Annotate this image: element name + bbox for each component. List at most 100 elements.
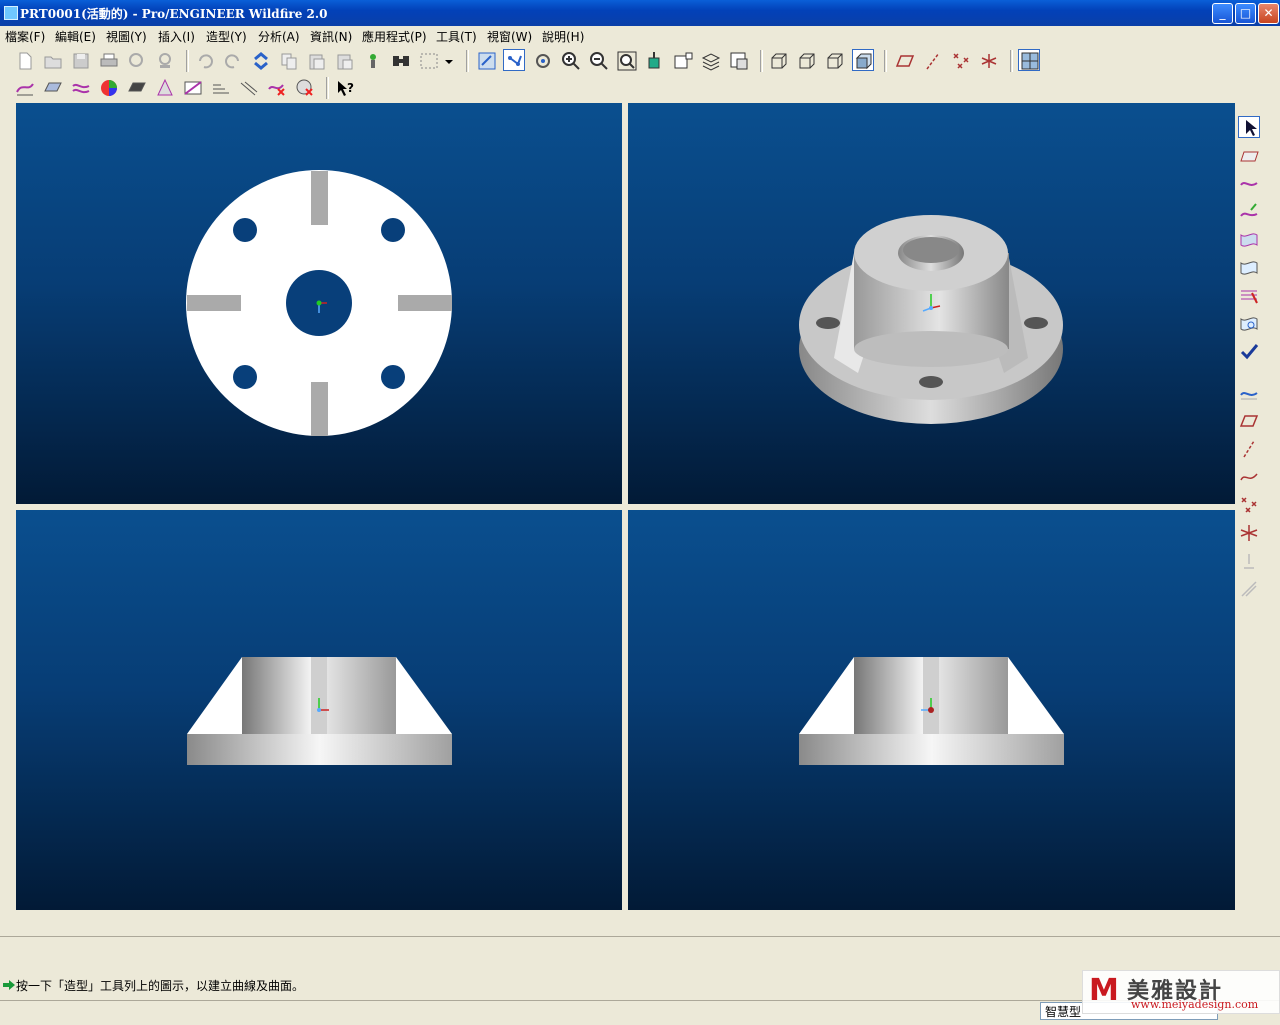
viewport-top-view[interactable] xyxy=(16,103,622,504)
toolbar-separator xyxy=(884,50,887,72)
datum-point-icon[interactable] xyxy=(1238,494,1260,516)
copy-icon[interactable] xyxy=(278,50,300,72)
menu-applications[interactable]: 應用程式(P) xyxy=(362,28,427,45)
style-view-icon[interactable] xyxy=(1018,49,1040,71)
maximize-button[interactable]: □ xyxy=(1235,3,1256,24)
open-icon[interactable] xyxy=(42,50,64,72)
print-preview-icon[interactable] xyxy=(126,50,148,72)
svg-text:?: ? xyxy=(347,81,354,95)
field-point-icon[interactable] xyxy=(1238,550,1260,572)
repaint-icon[interactable] xyxy=(476,50,498,72)
view-manager-icon[interactable] xyxy=(644,50,666,72)
menu-bar: 檔案(F) 編輯(E) 視圖(Y) 插入(I) 造型(Y) 分析(A) 資訊(N… xyxy=(0,26,1280,46)
done-check-icon[interactable] xyxy=(1238,341,1260,363)
select-box-icon[interactable] xyxy=(418,50,440,72)
watermark-url: www.meiyadesign.com xyxy=(1131,998,1259,1011)
undo-icon[interactable] xyxy=(194,50,216,72)
paste-icon[interactable] xyxy=(306,50,328,72)
model-display-icon[interactable] xyxy=(728,50,750,72)
connection-icon[interactable] xyxy=(294,77,316,99)
slope-icon[interactable] xyxy=(182,77,204,99)
shade-analysis-icon[interactable] xyxy=(126,77,148,99)
whats-this-icon[interactable]: ? xyxy=(334,77,356,99)
left-splitter[interactable] xyxy=(0,103,14,913)
datum-plane-icon[interactable] xyxy=(1238,410,1260,432)
spin-center-icon[interactable] xyxy=(503,49,525,71)
side-view-model xyxy=(799,657,1064,765)
front-view-model xyxy=(187,657,452,765)
surface-icon[interactable] xyxy=(1238,257,1260,279)
shading-icon[interactable] xyxy=(852,49,874,71)
isometric-view-model xyxy=(799,215,1063,424)
find-icon[interactable] xyxy=(390,50,412,72)
datum-curve-icon[interactable] xyxy=(1238,466,1260,488)
menu-tools[interactable]: 工具(T) xyxy=(436,28,477,45)
layers-icon[interactable] xyxy=(700,50,722,72)
close-button[interactable]: ✕ xyxy=(1258,3,1279,24)
top-view-model xyxy=(186,170,452,436)
toolbar-separator xyxy=(760,50,763,72)
select-icon[interactable] xyxy=(1238,116,1260,138)
save-icon[interactable] xyxy=(70,50,92,72)
wireframe-icon[interactable] xyxy=(768,50,790,72)
send-icon[interactable] xyxy=(154,50,176,72)
datum-points-icon[interactable] xyxy=(950,50,972,72)
print-icon[interactable] xyxy=(98,50,120,72)
toolbar-separator xyxy=(466,50,469,72)
deviation-icon[interactable] xyxy=(266,77,288,99)
datum-axes-icon[interactable] xyxy=(922,50,944,72)
model-tree-icon[interactable] xyxy=(362,50,384,72)
coordinate-icon[interactable] xyxy=(1238,578,1260,600)
message-text: 按一下「造型」工具列上的圖示，以建立曲線及曲面。 xyxy=(16,979,305,993)
curve-from-surface-icon[interactable] xyxy=(1238,201,1260,223)
offset-point-icon[interactable] xyxy=(1238,522,1260,544)
curve-edit-icon[interactable] xyxy=(1238,382,1260,404)
offset-icon[interactable] xyxy=(238,77,260,99)
curve-analysis-icon[interactable] xyxy=(14,77,36,99)
menu-insert[interactable]: 插入(I) xyxy=(158,28,195,45)
boundary-surface-icon[interactable] xyxy=(1238,229,1260,251)
toolbar-separator xyxy=(326,77,329,99)
menu-style[interactable]: 造型(Y) xyxy=(206,28,247,45)
dropdown-arrow-icon[interactable] xyxy=(442,50,456,72)
trim-icon[interactable] xyxy=(1238,285,1260,307)
message-arrow-icon xyxy=(3,979,15,990)
watermark-logo: M 美雅設計 www.meiyadesign.com xyxy=(1082,970,1280,1014)
viewport-front-view[interactable] xyxy=(16,510,622,910)
refit-icon[interactable] xyxy=(616,50,638,72)
menu-window[interactable]: 視窗(W) xyxy=(487,28,532,45)
no-hidden-icon[interactable] xyxy=(824,50,846,72)
draft-analysis-icon[interactable] xyxy=(154,77,176,99)
paste-special-icon[interactable] xyxy=(334,50,356,72)
toolbar-separator xyxy=(186,50,189,72)
datum-axis-icon[interactable] xyxy=(1238,438,1260,460)
saved-views-icon[interactable] xyxy=(672,50,694,72)
menu-edit[interactable]: 編輯(E) xyxy=(55,28,96,45)
section-icon[interactable] xyxy=(210,77,232,99)
datum-planes-icon[interactable] xyxy=(894,50,916,72)
create-curve-icon[interactable] xyxy=(1238,173,1260,195)
regenerate-icon[interactable] xyxy=(250,50,272,72)
internal-plane-icon[interactable] xyxy=(1238,145,1260,167)
orient-icon[interactable] xyxy=(532,50,554,72)
menu-analysis[interactable]: 分析(A) xyxy=(258,28,300,45)
new-icon[interactable] xyxy=(14,50,36,72)
zoom-in-icon[interactable] xyxy=(560,50,582,72)
redo-icon[interactable] xyxy=(222,50,244,72)
surface-analysis-icon[interactable] xyxy=(42,77,64,99)
toolbar-separator xyxy=(1010,50,1013,72)
watermark-mark: M xyxy=(1089,973,1119,1008)
minimize-button[interactable]: _ xyxy=(1212,3,1233,24)
menu-view[interactable]: 視圖(Y) xyxy=(106,28,147,45)
hidden-line-icon[interactable] xyxy=(796,50,818,72)
viewport-side-view[interactable] xyxy=(628,510,1235,910)
menu-info[interactable]: 資訊(N) xyxy=(310,28,352,45)
surface-edit-icon[interactable] xyxy=(1238,313,1260,335)
reflection-icon[interactable] xyxy=(70,77,92,99)
viewport-isometric-view[interactable] xyxy=(628,103,1235,504)
menu-file[interactable]: 檔案(F) xyxy=(5,28,45,45)
coordinate-systems-icon[interactable] xyxy=(978,50,1000,72)
menu-help[interactable]: 說明(H) xyxy=(542,28,584,45)
zoom-out-icon[interactable] xyxy=(588,50,610,72)
curvature-icon[interactable] xyxy=(98,77,120,99)
